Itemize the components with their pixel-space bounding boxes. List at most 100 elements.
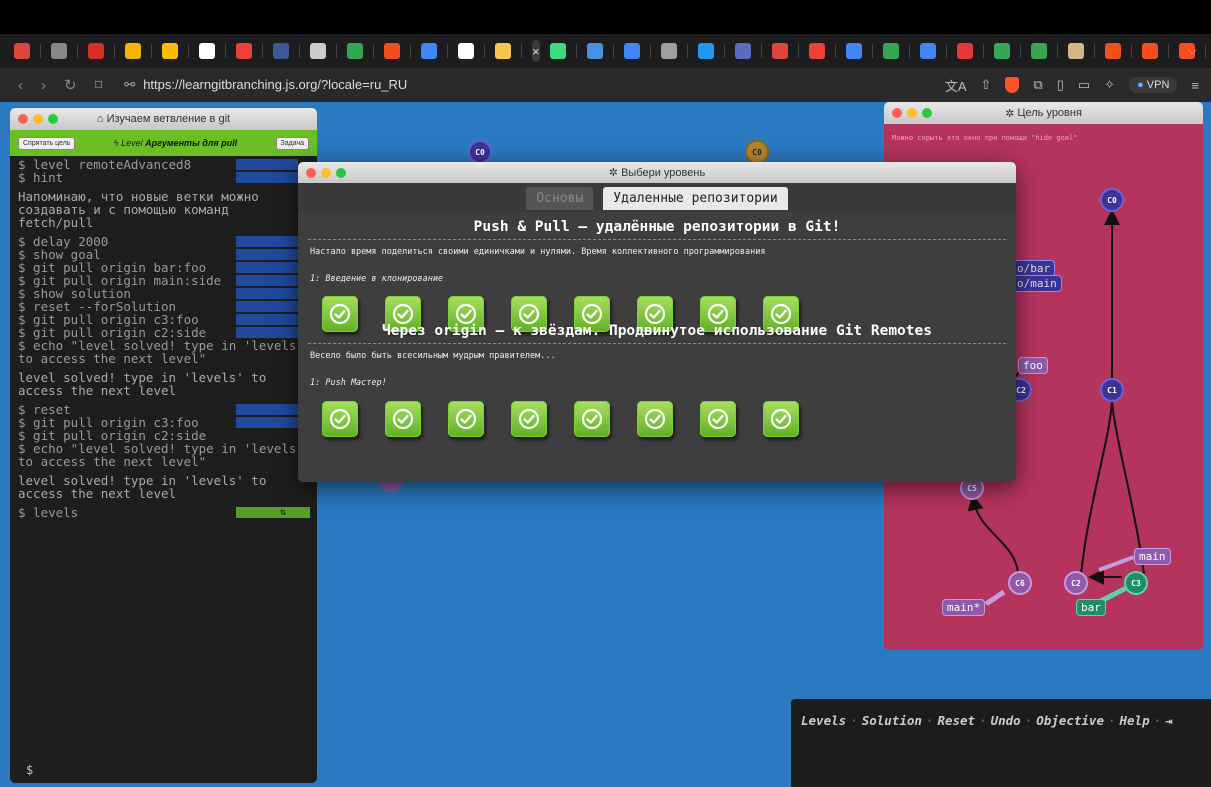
tab-favicon-icon[interactable] <box>734 43 751 59</box>
tab-favicon-icon[interactable] <box>549 43 566 59</box>
level-sections: Push & Pull — удалённые репозитории в Gi… <box>298 212 1016 437</box>
help-separator: · <box>1024 713 1033 728</box>
help-link-help[interactable]: Help <box>1120 713 1150 728</box>
tab-favicon-icon[interactable] <box>14 43 30 59</box>
tab-favicon-icon[interactable] <box>993 43 1010 59</box>
level-completed-check-icon[interactable] <box>574 401 610 437</box>
tab-favicon-icon[interactable] <box>808 43 825 59</box>
hide-goal-button[interactable]: Спрятать цель <box>18 136 76 150</box>
modal-maximize-icon[interactable] <box>336 168 346 178</box>
tab-separator <box>447 44 448 58</box>
section-subtitle: 1: Push Мастер! <box>310 378 387 388</box>
section-description: Весело было быть всесильным мудрым прави… <box>310 351 556 361</box>
tab-favicon-icon[interactable] <box>771 43 788 59</box>
modal-minimize-icon[interactable] <box>321 168 331 178</box>
level-select-modal: ✲ Выбери уровень Основы Удаленные репози… <box>298 162 1016 482</box>
tab-remote[interactable]: Удаленные репозитории <box>603 187 788 210</box>
address-bar[interactable]: ⚯ https://learngitbranching.js.org/?local… <box>124 77 407 93</box>
level-completed-check-icon[interactable] <box>322 296 358 332</box>
tab-list-chevron-icon[interactable]: ⌵ <box>1188 43 1197 58</box>
forward-icon[interactable]: › <box>41 77 46 94</box>
terminal-command-line: $ levels ⇅ <box>18 506 310 519</box>
back-icon[interactable]: ‹ <box>18 77 23 94</box>
tab-favicon-icon[interactable] <box>697 43 714 59</box>
goal-label-foo: foo <box>1018 357 1048 374</box>
tab-favicon-icon[interactable] <box>956 43 973 59</box>
tab-favicon-icon[interactable] <box>162 43 178 59</box>
tab-favicon-icon[interactable] <box>882 43 899 59</box>
vpn-button[interactable]: ● VPN <box>1129 77 1178 93</box>
close-icon[interactable] <box>18 114 28 124</box>
level-completed-check-icon[interactable] <box>637 401 673 437</box>
tab-favicon-icon[interactable] <box>125 43 141 59</box>
wallet-icon[interactable]: ▭ <box>1078 77 1090 93</box>
terminal-prompt[interactable]: $ <box>26 763 33 777</box>
help-separator: · <box>1153 713 1162 728</box>
tab-favicon-icon[interactable] <box>384 43 400 59</box>
refresh-icon: ⇅ <box>280 507 287 518</box>
home-icon: ⌂ <box>96 113 107 125</box>
level-completed-check-icon[interactable] <box>511 401 547 437</box>
terminal-history: $ level remoteAdvanced8 $ hint Напоминаю, … <box>10 156 317 521</box>
tab-favicon-icon[interactable] <box>421 43 437 59</box>
tab-favicon-icon[interactable] <box>310 43 326 59</box>
help-separator: · <box>979 713 987 728</box>
tab-favicon-icon[interactable] <box>660 43 677 59</box>
bookmark-icon[interactable]: ⌑ <box>95 76 103 94</box>
command-status-bar <box>236 404 298 415</box>
tab-favicon-icon[interactable] <box>1067 43 1084 59</box>
tab-favicon-icon[interactable] <box>1030 43 1047 59</box>
tab-favicon-icon[interactable] <box>1104 43 1121 59</box>
active-tab-close-icon[interactable]: × <box>532 40 540 62</box>
vpn-dot-icon: ● <box>1137 79 1144 91</box>
terminal-command-line: $ hint <box>18 171 309 184</box>
tab-favicon-icon[interactable] <box>586 43 603 59</box>
brave-shield-icon[interactable] <box>1005 77 1020 93</box>
exit-icon[interactable]: ⇥ <box>1165 713 1173 728</box>
goal-commit-c3: C3 <box>1124 571 1148 595</box>
level-completed-check-icon[interactable] <box>700 401 736 437</box>
menu-icon[interactable]: ≡ <box>1191 78 1199 93</box>
help-link-solution[interactable]: Solution <box>862 713 922 728</box>
level-completed-check-icon[interactable] <box>763 401 799 437</box>
tab-separator <box>114 44 115 58</box>
tab-favicon-icon[interactable] <box>623 43 640 59</box>
share-icon[interactable]: ⇧ <box>981 77 992 93</box>
sidebar-icon[interactable]: ▯ <box>1057 77 1064 93</box>
level-completed-check-icon[interactable] <box>448 401 484 437</box>
task-button[interactable]: Задача <box>275 136 309 150</box>
tab-basics[interactable]: Основы <box>526 187 594 210</box>
minimize-icon[interactable] <box>33 114 43 124</box>
tab-favicon-icon[interactable] <box>199 43 215 59</box>
help-link-undo[interactable]: Undo <box>991 713 1021 728</box>
tab-favicon-icon[interactable] <box>347 43 363 59</box>
tab-favicon-icon[interactable] <box>273 43 289 59</box>
command-text: $ echo "level solved! type in 'levels' t… <box>18 441 304 469</box>
help-link-levels[interactable]: Levels <box>801 713 846 728</box>
tab-favicon-icon[interactable] <box>845 43 862 59</box>
tab-favicon-icon[interactable] <box>919 43 936 59</box>
tab-favicon-icon[interactable] <box>495 43 511 59</box>
translate-icon[interactable]: 文A <box>945 76 967 95</box>
help-separator: · <box>1107 713 1116 728</box>
terminal-output-line: Напоминаю, что новые ветки можно создава… <box>18 189 259 230</box>
leo-icon[interactable]: ✧ <box>1104 77 1115 93</box>
tab-favicon-icon[interactable] <box>458 43 474 59</box>
reload-icon[interactable]: ↻ <box>64 76 77 94</box>
tab-separator <box>373 44 374 58</box>
site-settings-icon[interactable]: ⚯ <box>124 77 135 92</box>
command-text: $ echo "level solved! type in 'levels' t… <box>18 338 304 366</box>
tab-favicon-icon[interactable] <box>88 43 104 59</box>
tab-favicon-icon[interactable] <box>51 43 67 59</box>
tab-favicon-icon[interactable] <box>236 43 252 59</box>
maximize-icon[interactable] <box>48 114 58 124</box>
tab-separator <box>521 44 522 58</box>
help-link-reset[interactable]: Reset <box>937 713 975 728</box>
extensions-icon[interactable]: ⧉ <box>1033 77 1042 93</box>
command-status-bar <box>236 507 310 518</box>
level-completed-check-icon[interactable] <box>385 401 421 437</box>
help-link-objective[interactable]: Objective <box>1036 713 1104 728</box>
level-completed-check-icon[interactable] <box>322 401 358 437</box>
tab-favicon-icon[interactable] <box>1141 43 1158 59</box>
modal-close-icon[interactable] <box>306 168 316 178</box>
